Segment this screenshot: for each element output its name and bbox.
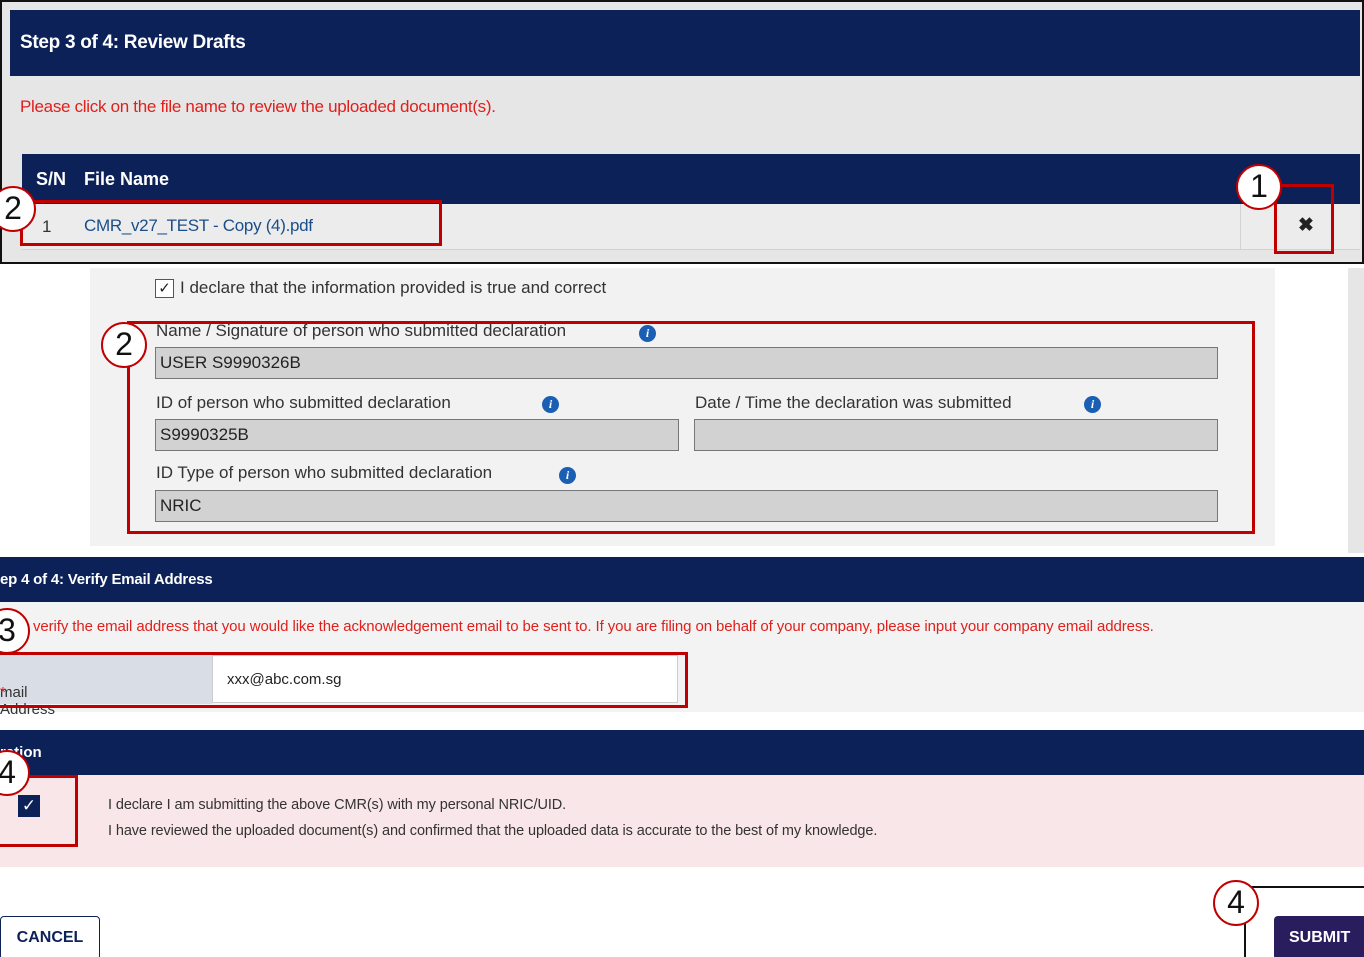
declaration-panel: ✓ I declare I am submitting the above CM… [0,775,1364,867]
declaration-text-line-1: I declare I am submitting the above CMR(… [108,797,567,813]
highlight-file-name [20,200,442,246]
declaration-text-line-2: I have reviewed the uploaded document(s)… [108,823,878,839]
callout-4: 4 [1213,880,1259,926]
step4-title: ep 4 of 4: Verify Email Address [0,571,213,588]
step3-header-bar: Step 3 of 4: Review Drafts [10,10,1360,76]
step4-instruction: verify the email address that you would … [33,618,1154,635]
highlight-email [0,652,688,708]
confirm-checkbox[interactable]: ✓ [155,279,174,298]
highlight-declaration-details [127,321,1255,534]
files-table-header: S/N File Name [22,154,1360,204]
submit-bracket [1244,886,1364,957]
callout-1: 1 [1236,164,1282,210]
cell-divider [1240,204,1241,250]
callout-2: 2 [101,322,147,368]
column-header-file-name: File Name [84,169,170,189]
column-header-sn: S/N [36,169,67,189]
declaration-header-bar: ration [0,730,1364,775]
step3-title: Step 3 of 4: Review Drafts [20,32,246,53]
step4-header-bar: ep 4 of 4: Verify Email Address [0,557,1364,602]
step3-instruction: Please click on the file name to review … [20,97,496,116]
highlight-delete [1274,184,1334,254]
scrollbar-track[interactable] [1348,268,1364,553]
cancel-button[interactable]: CANCEL [0,916,100,957]
confirm-label: I declare that the information provided … [180,278,607,297]
